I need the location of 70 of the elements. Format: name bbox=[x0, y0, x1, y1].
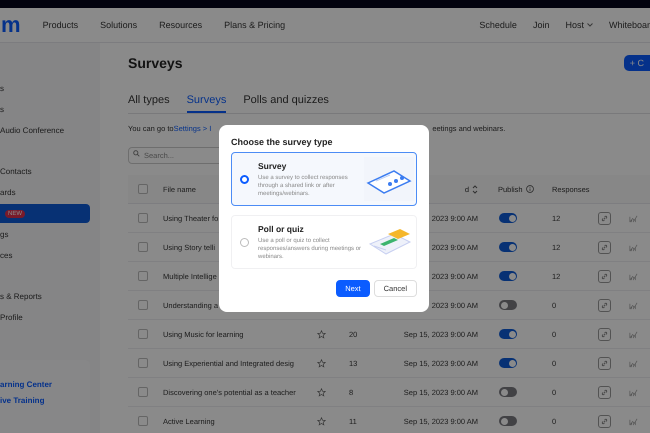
create-button[interactable]: + C bbox=[624, 55, 650, 71]
chart-icon[interactable] bbox=[628, 214, 638, 222]
nav-link[interactable]: Whiteboar bbox=[608, 20, 650, 30]
star-icon[interactable] bbox=[316, 358, 326, 368]
nav-link[interactable]: Products bbox=[42, 20, 78, 30]
nav-link[interactable]: Schedule bbox=[479, 20, 517, 30]
link-icon[interactable] bbox=[598, 386, 610, 398]
option-title: Survey bbox=[258, 160, 288, 170]
sidebar-item[interactable]: s bbox=[0, 100, 90, 119]
nav-link[interactable]: Plans & Pricing bbox=[224, 20, 286, 30]
nav-link[interactable]: Join bbox=[532, 20, 550, 30]
chart-icon[interactable] bbox=[628, 416, 638, 426]
sidebar-item[interactable]: Audio Conference bbox=[0, 121, 90, 140]
row-checkbox[interactable] bbox=[138, 387, 148, 397]
chart-icon[interactable] bbox=[628, 330, 638, 338]
sidebar-link[interactable]: arning Center bbox=[0, 380, 90, 389]
info-icon bbox=[526, 185, 534, 193]
tab[interactable]: Polls and quizzes bbox=[243, 89, 329, 113]
sidebar-item[interactable]: s & Reports bbox=[0, 287, 90, 306]
sidebar-item[interactable]: s bbox=[0, 79, 90, 98]
radio-button[interactable] bbox=[240, 174, 249, 184]
tab[interactable]: Surveys bbox=[186, 89, 226, 113]
publish-toggle[interactable] bbox=[499, 329, 517, 339]
row-checkbox[interactable] bbox=[138, 242, 148, 252]
publish-toggle[interactable] bbox=[499, 416, 517, 426]
publish-toggle[interactable] bbox=[499, 300, 517, 310]
row-checkbox[interactable] bbox=[138, 213, 148, 223]
link-icon[interactable] bbox=[598, 298, 610, 312]
sidebar-item[interactable]: ces bbox=[0, 246, 90, 265]
chart-icon[interactable] bbox=[628, 242, 638, 252]
sidebar-link[interactable]: ive Training bbox=[0, 396, 90, 405]
link-icon[interactable] bbox=[598, 240, 610, 254]
publish-toggle[interactable] bbox=[499, 213, 517, 223]
link-icon[interactable] bbox=[598, 414, 610, 428]
star-icon[interactable] bbox=[316, 416, 326, 426]
link-icon[interactable] bbox=[598, 328, 610, 340]
search-icon bbox=[133, 150, 140, 157]
radio-button[interactable] bbox=[240, 238, 249, 246]
sidebar-item[interactable]: Contacts bbox=[0, 162, 90, 181]
chart-icon[interactable] bbox=[628, 388, 638, 396]
row-checkbox[interactable] bbox=[138, 329, 148, 339]
star-icon[interactable] bbox=[316, 388, 326, 396]
tab[interactable]: All types bbox=[128, 89, 170, 113]
sidebar-item[interactable]: gs bbox=[0, 225, 90, 244]
link-icon[interactable] bbox=[598, 356, 610, 370]
publish-toggle[interactable] bbox=[499, 387, 517, 397]
link-icon[interactable] bbox=[598, 270, 610, 282]
option-title: Poll or quiz bbox=[258, 224, 305, 234]
logo[interactable]: m bbox=[1, 14, 21, 36]
nav-link[interactable]: Resources bbox=[159, 20, 202, 30]
dialog-title: Choose the survey type bbox=[231, 137, 334, 147]
publish-toggle[interactable] bbox=[499, 358, 517, 368]
row-checkbox[interactable] bbox=[138, 300, 148, 310]
star-icon[interactable] bbox=[316, 330, 326, 338]
sort-icon bbox=[472, 184, 478, 194]
row-checkbox[interactable] bbox=[138, 358, 148, 368]
row-checkbox[interactable] bbox=[138, 271, 148, 281]
nav-link[interactable]: Host bbox=[565, 20, 593, 30]
chart-icon[interactable] bbox=[628, 272, 638, 280]
chart-icon[interactable] bbox=[628, 358, 638, 368]
select-all-checkbox[interactable] bbox=[138, 184, 148, 194]
nav-link[interactable]: Solutions bbox=[100, 20, 138, 30]
publish-toggle[interactable] bbox=[499, 271, 517, 281]
publish-toggle[interactable] bbox=[499, 242, 517, 252]
sidebar-item[interactable]: ards bbox=[0, 183, 90, 202]
page-title: Surveys bbox=[128, 55, 182, 71]
chart-icon[interactable] bbox=[628, 300, 638, 310]
link-icon[interactable] bbox=[598, 212, 610, 224]
row-checkbox[interactable] bbox=[138, 416, 148, 426]
sidebar-item[interactable]: Profile bbox=[0, 308, 90, 327]
